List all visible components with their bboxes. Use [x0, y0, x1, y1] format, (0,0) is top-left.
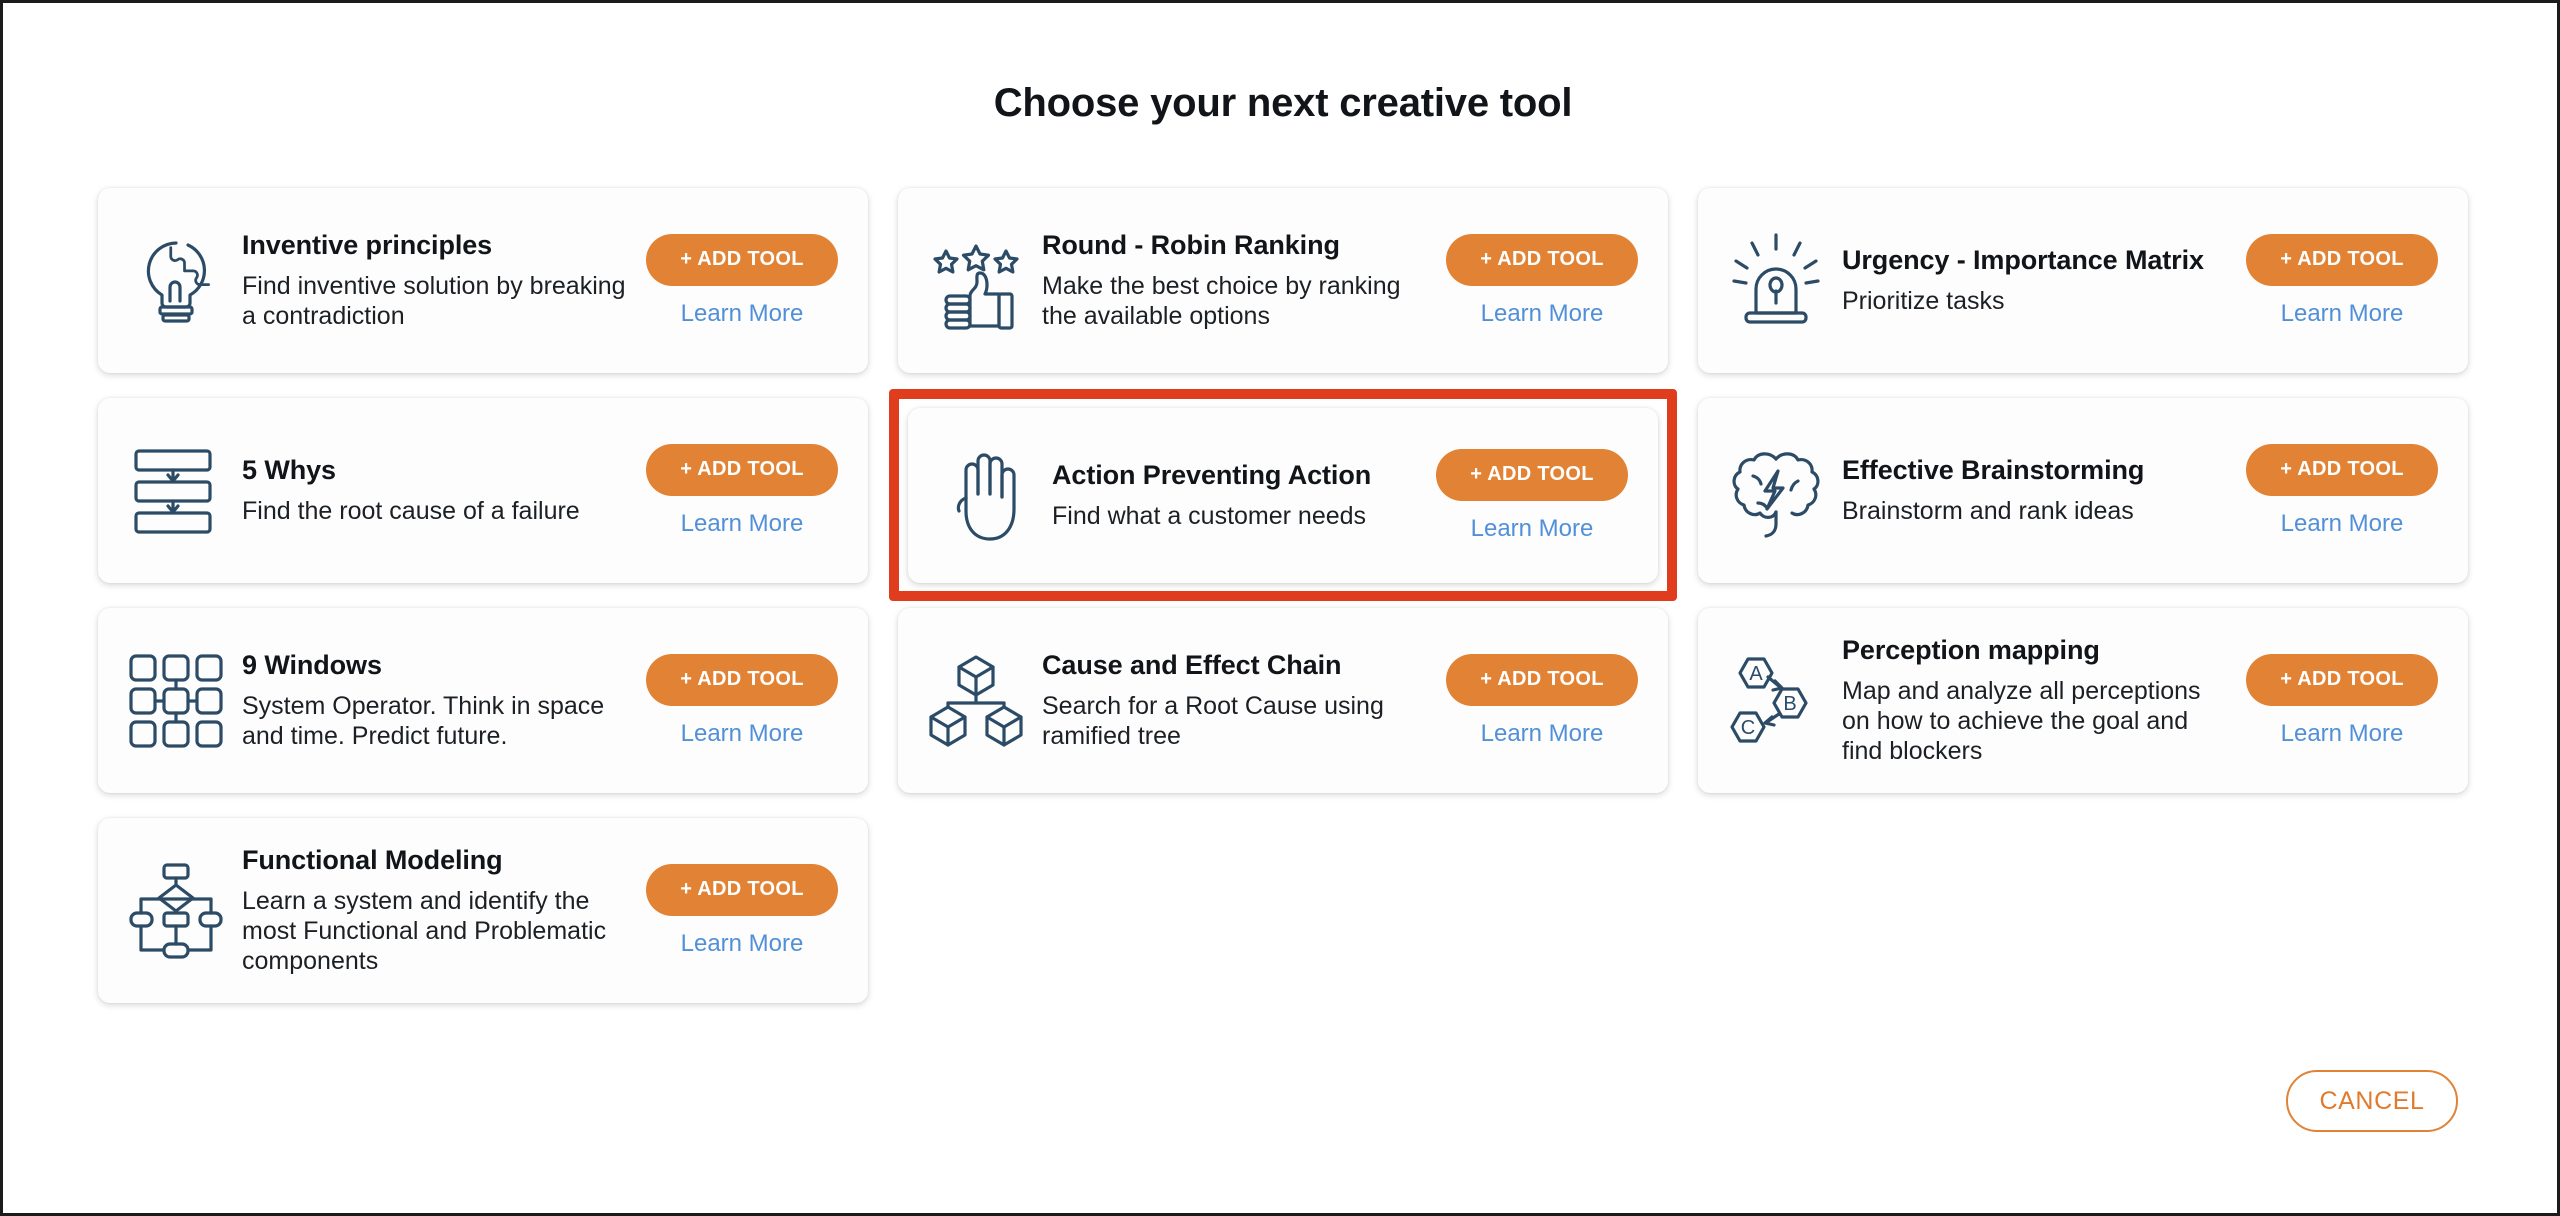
- tool-card-cell-highlighted: Action Preventing Action Find what a cust…: [889, 389, 1677, 601]
- tool-card-actions: + ADD TOOL Learn More: [1442, 233, 1642, 328]
- tool-card-actions: + ADD TOOL Learn More: [1432, 448, 1632, 543]
- tool-card-cell: 9 Windows System Operator. Think in space…: [98, 608, 868, 818]
- svg-text:C: C: [1741, 717, 1755, 739]
- lightbulb-puzzle-icon: [120, 225, 232, 337]
- page-title: Choose your next creative tool: [993, 81, 1573, 125]
- tool-card[interactable]: Functional Modeling Learn a system and id…: [98, 818, 868, 1003]
- tool-title: Functional Modeling: [242, 845, 503, 876]
- tool-card[interactable]: Urgency - Importance Matrix Prioritize ta…: [1698, 188, 2468, 373]
- tool-description: System Operator. Think in space and time…: [242, 691, 605, 750]
- nine-grid-icon: [120, 645, 232, 757]
- add-tool-button[interactable]: + ADD TOOL: [2246, 443, 2438, 496]
- tool-card-text: Functional Modeling Learn a system and id…: [232, 845, 642, 975]
- tool-card[interactable]: 5 Whys Find the root cause of a failure + …: [98, 398, 868, 583]
- tool-card[interactable]: Action Preventing Action Find what a cust…: [908, 408, 1658, 583]
- learn-more-link[interactable]: Learn More: [1442, 300, 1642, 328]
- hexagon-abc-icon: A B C: [1720, 645, 1832, 757]
- tool-description: Find inventive solution by breaking a co…: [242, 271, 626, 330]
- learn-more-link[interactable]: Learn More: [642, 300, 842, 328]
- tool-description: Find the root cause of a failure: [242, 496, 580, 525]
- tool-title: 5 Whys: [242, 455, 336, 486]
- cancel-button[interactable]: CANCEL: [2286, 1070, 2458, 1132]
- tool-card-text: Urgency - Importance Matrix Prioritize ta…: [1832, 245, 2242, 315]
- tool-card-cell: Urgency - Importance Matrix Prioritize ta…: [1698, 188, 2468, 398]
- tool-title: 9 Windows: [242, 650, 382, 681]
- add-tool-button[interactable]: + ADD TOOL: [1446, 233, 1638, 286]
- svg-text:A: A: [1749, 663, 1763, 685]
- siren-beacon-icon: [1720, 225, 1832, 337]
- learn-more-link[interactable]: Learn More: [2242, 720, 2442, 748]
- tool-title: Perception mapping: [1842, 635, 2100, 666]
- learn-more-link[interactable]: Learn More: [1442, 720, 1642, 748]
- tool-card[interactable]: Effective Brainstorming Brainstorm and ra…: [1698, 398, 2468, 583]
- flowchart-diamond-icon: [120, 855, 232, 967]
- learn-more-link[interactable]: Learn More: [2242, 510, 2442, 538]
- tool-description: Learn a system and identify the most Fun…: [242, 886, 607, 975]
- tool-description: Brainstorm and rank ideas: [1842, 496, 2134, 525]
- tool-card[interactable]: 9 Windows System Operator. Think in space…: [98, 608, 868, 793]
- tool-card-actions: + ADD TOOL Learn More: [642, 863, 842, 958]
- open-hand-icon: [930, 440, 1042, 552]
- tool-card-actions: + ADD TOOL Learn More: [2242, 443, 2442, 538]
- add-tool-button[interactable]: + ADD TOOL: [2246, 233, 2438, 286]
- add-tool-button[interactable]: + ADD TOOL: [1436, 448, 1628, 501]
- tool-title: Effective Brainstorming: [1842, 455, 2145, 486]
- add-tool-button[interactable]: + ADD TOOL: [2246, 653, 2438, 706]
- tool-title: Action Preventing Action: [1052, 460, 1372, 491]
- tool-card-cell: Inventive principles Find inventive solut…: [98, 188, 868, 398]
- tool-title: Urgency - Importance Matrix: [1842, 245, 2204, 276]
- add-tool-button[interactable]: + ADD TOOL: [646, 443, 838, 496]
- tool-card-text: 5 Whys Find the root cause of a failure: [232, 455, 642, 525]
- tool-card-text: 9 Windows System Operator. Think in space…: [232, 650, 642, 750]
- tool-card-cell: Round - Robin Ranking Make the best choic…: [898, 188, 1668, 398]
- learn-more-link[interactable]: Learn More: [642, 720, 842, 748]
- add-tool-button[interactable]: + ADD TOOL: [646, 863, 838, 916]
- tool-description: Map and analyze all perceptions on how t…: [1842, 676, 2201, 765]
- tool-description: Search for a Root Cause using ramified t…: [1042, 691, 1384, 750]
- tool-card-text: Action Preventing Action Find what a cust…: [1042, 460, 1432, 530]
- tool-title: Inventive principles: [242, 230, 493, 261]
- tool-card-text: Round - Robin Ranking Make the best choic…: [1032, 230, 1442, 330]
- add-tool-button[interactable]: + ADD TOOL: [646, 233, 838, 286]
- tool-card-actions: + ADD TOOL Learn More: [642, 443, 842, 538]
- learn-more-link[interactable]: Learn More: [642, 510, 842, 538]
- learn-more-link[interactable]: Learn More: [1432, 515, 1632, 543]
- add-tool-button[interactable]: + ADD TOOL: [646, 653, 838, 706]
- tool-card-cell: Cause and Effect Chain Search for a Root …: [898, 608, 1668, 818]
- tool-card[interactable]: Inventive principles Find inventive solut…: [98, 188, 868, 373]
- tool-card-actions: + ADD TOOL Learn More: [642, 653, 842, 748]
- stacked-boxes-arrows-icon: [120, 435, 232, 547]
- tool-card-text: Cause and Effect Chain Search for a Root …: [1032, 650, 1442, 750]
- svg-text:B: B: [1783, 693, 1796, 715]
- tool-card-actions: + ADD TOOL Learn More: [642, 233, 842, 328]
- add-tool-button[interactable]: + ADD TOOL: [1446, 653, 1638, 706]
- tool-card-text: Inventive principles Find inventive solut…: [232, 230, 642, 330]
- tool-card-cell: A B C Perception mapping Map and analyze …: [1698, 608, 2468, 818]
- cube-tree-icon: [920, 645, 1032, 757]
- tool-card-text: Perception mapping Map and analyze all pe…: [1832, 635, 2242, 765]
- tool-card-actions: + ADD TOOL Learn More: [2242, 233, 2442, 328]
- tool-card[interactable]: A B C Perception mapping Map and analyze …: [1698, 608, 2468, 793]
- tool-title: Round - Robin Ranking: [1042, 230, 1340, 261]
- learn-more-link[interactable]: Learn More: [2242, 300, 2442, 328]
- tool-card[interactable]: Cause and Effect Chain Search for a Root …: [898, 608, 1668, 793]
- brain-lightning-icon: [1720, 435, 1832, 547]
- tool-card-text: Effective Brainstorming Brainstorm and ra…: [1832, 455, 2242, 525]
- thumbs-up-stars-icon: [920, 225, 1032, 337]
- tool-card-actions: + ADD TOOL Learn More: [1442, 653, 1642, 748]
- tool-title: Cause and Effect Chain: [1042, 650, 1342, 681]
- tool-description: Make the best choice by ranking the avai…: [1042, 271, 1401, 330]
- tool-card-cell: Functional Modeling Learn a system and id…: [98, 818, 868, 1028]
- tool-description: Find what a customer needs: [1052, 501, 1367, 530]
- tool-picker-dialog: Choose your next creative tool Inventive…: [0, 0, 2560, 1216]
- tool-card[interactable]: Round - Robin Ranking Make the best choic…: [898, 188, 1668, 373]
- tool-card-cell: Effective Brainstorming Brainstorm and ra…: [1698, 398, 2468, 608]
- tool-card-actions: + ADD TOOL Learn More: [2242, 653, 2442, 748]
- tool-card-cell: 5 Whys Find the root cause of a failure + …: [98, 398, 868, 608]
- learn-more-link[interactable]: Learn More: [642, 930, 842, 958]
- tool-card-grid: Inventive principles Find inventive solut…: [98, 188, 2468, 1028]
- tool-description: Prioritize tasks: [1842, 286, 2005, 315]
